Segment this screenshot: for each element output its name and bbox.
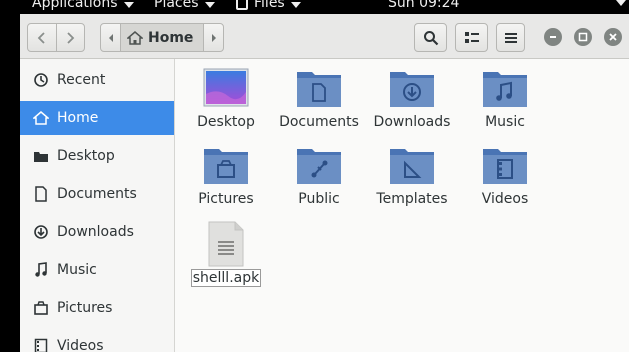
grid-item-label: Documents <box>279 114 359 130</box>
public-folder-icon <box>297 149 341 184</box>
apk-file-icon <box>208 221 244 267</box>
grid-item-label: Templates <box>376 191 448 207</box>
forward-button[interactable] <box>57 24 85 51</box>
grid-item-label: Pictures <box>198 191 254 207</box>
sidebar: Recent Home Desktop Documents Downloads <box>20 59 175 352</box>
music-icon <box>33 262 49 278</box>
sidebar-item-downloads[interactable]: Downloads <box>20 215 174 249</box>
grid-item-desktop[interactable]: Desktop <box>181 68 271 130</box>
places-label: Places <box>154 0 199 11</box>
navigation-buttons <box>27 23 85 52</box>
close-icon <box>609 33 617 41</box>
grid-item-label-wrapper: shelll.apk <box>181 269 271 287</box>
clock[interactable]: Sun 09:24 <box>388 0 459 11</box>
documents-folder-icon <box>297 72 341 107</box>
close-button[interactable] <box>604 28 622 46</box>
templates-folder-icon <box>390 149 434 184</box>
downloads-folder-icon <box>390 72 434 107</box>
system-menu[interactable] <box>616 0 626 6</box>
header-bar: Home <box>20 14 629 59</box>
maximize-icon <box>578 32 588 42</box>
files-label: Files <box>254 0 285 11</box>
clock-label: Sun 09:24 <box>388 0 460 11</box>
places-menu[interactable]: Places <box>154 0 215 11</box>
sidebar-item-music[interactable]: Music <box>20 253 174 287</box>
search-icon <box>423 30 438 45</box>
file-manager-window: Home Recent Home Desktop Documents Downl… <box>20 14 629 352</box>
grid-item-videos[interactable]: Videos <box>460 145 550 207</box>
sidebar-item-videos[interactable]: Videos <box>20 329 174 352</box>
pictures-folder-icon <box>204 149 248 184</box>
grid-item-label: Public <box>298 191 340 207</box>
sidebar-item-label: Downloads <box>57 224 134 240</box>
grid-item-templates[interactable]: Templates <box>367 145 457 207</box>
sidebar-item-desktop[interactable]: Desktop <box>20 139 174 173</box>
grid-item-documents[interactable]: Documents <box>274 68 364 130</box>
minimize-icon <box>550 36 556 38</box>
chevron-left-icon <box>37 31 45 44</box>
files-menu[interactable]: Files <box>236 0 301 11</box>
files-app-icon <box>236 0 248 10</box>
maximize-button[interactable] <box>574 28 592 46</box>
grid-item-label: Music <box>485 114 525 130</box>
search-button[interactable] <box>414 23 447 52</box>
clock-icon <box>33 72 49 88</box>
sidebar-item-label: Documents <box>57 186 137 202</box>
sidebar-item-label: Videos <box>57 338 104 352</box>
path-home-button[interactable]: Home <box>120 24 205 51</box>
sidebar-item-label: Home <box>57 110 99 126</box>
download-icon <box>33 224 49 240</box>
hamburger-icon <box>504 32 517 43</box>
sidebar-item-documents[interactable]: Documents <box>20 177 174 211</box>
chevron-right-icon <box>67 31 75 44</box>
grid-item-label: shelll.apk <box>190 269 262 287</box>
path-scroll-right-button[interactable] <box>204 24 223 51</box>
sidebar-item-label: Pictures <box>57 300 113 316</box>
chevron-down-icon <box>123 2 134 8</box>
home-icon <box>127 30 143 45</box>
sidebar-item-label: Music <box>57 262 97 278</box>
menu-button[interactable] <box>496 23 525 52</box>
grid-item-downloads[interactable]: Downloads <box>367 68 457 130</box>
view-toggle-button[interactable] <box>455 23 488 52</box>
grid-item-label: Videos <box>481 191 529 207</box>
applications-menu[interactable]: Applications <box>32 0 134 11</box>
triangle-right-icon <box>211 33 216 42</box>
video-icon <box>33 338 49 352</box>
top-panel: Applications Places Files Sun 09:24 <box>0 0 629 14</box>
grid-item-shelll-apk[interactable]: shelll.apk <box>181 221 271 287</box>
applications-label: Applications <box>32 0 118 11</box>
sidebar-item-label: Desktop <box>57 148 115 164</box>
list-view-icon <box>464 31 479 43</box>
path-home-label: Home <box>148 29 194 46</box>
sidebar-item-pictures[interactable]: Pictures <box>20 291 174 325</box>
sidebar-item-recent[interactable]: Recent <box>20 63 174 97</box>
grid-item-label: Downloads <box>373 114 451 130</box>
document-icon <box>33 186 49 202</box>
videos-folder-icon <box>483 149 527 184</box>
path-bar: Home <box>100 23 225 52</box>
sidebar-item-label: Recent <box>57 72 106 88</box>
back-button[interactable] <box>28 24 57 51</box>
grid-item-public[interactable]: Public <box>274 145 364 207</box>
home-icon <box>33 110 49 126</box>
grid-item-pictures[interactable]: Pictures <box>181 145 271 207</box>
sidebar-item-home[interactable]: Home <box>20 101 174 135</box>
grid-item-music[interactable]: Music <box>460 68 550 130</box>
triangle-left-icon <box>108 33 113 42</box>
chevron-down-icon <box>204 2 215 8</box>
desktop-folder-icon <box>203 68 249 107</box>
path-scroll-left-button[interactable] <box>101 24 120 51</box>
music-folder-icon <box>483 72 527 107</box>
pictures-icon <box>33 300 49 316</box>
desktop-icon <box>33 148 49 164</box>
file-grid: Desktop Documents Downloads Music Pictur… <box>175 59 629 352</box>
minimize-button[interactable] <box>544 28 562 46</box>
chevron-down-icon <box>290 2 301 8</box>
chevron-down-icon <box>616 0 626 6</box>
grid-item-label: Desktop <box>197 114 255 130</box>
